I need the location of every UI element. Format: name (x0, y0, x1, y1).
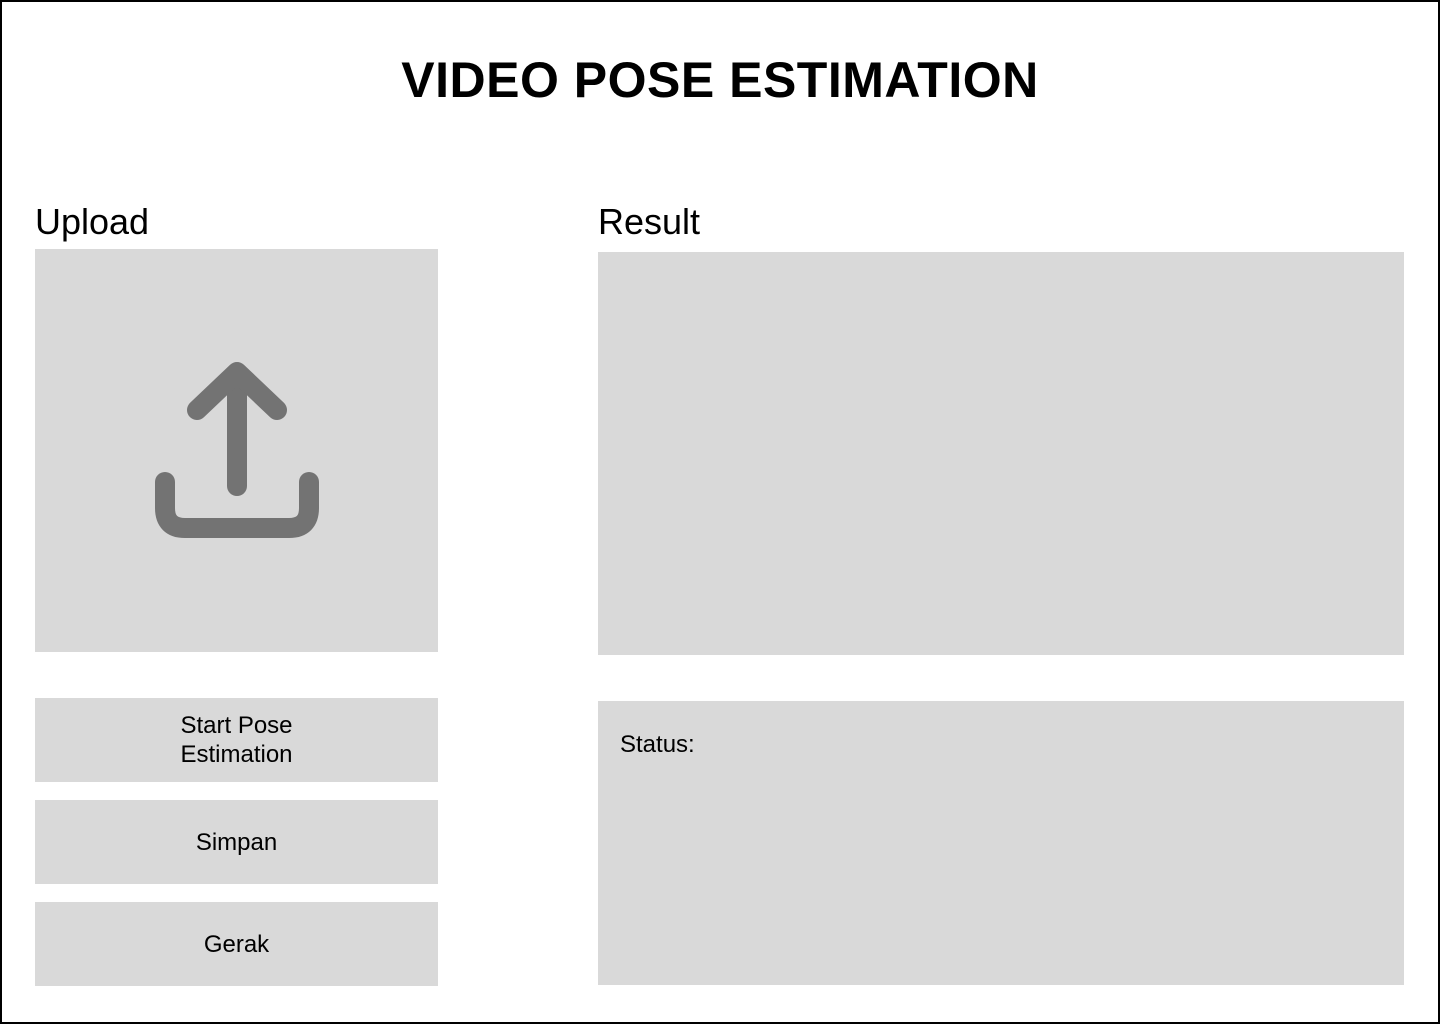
result-section-label: Result (598, 201, 701, 242)
save-label: Simpan (195, 828, 278, 856)
start-pose-estimation-button[interactable]: Start Pose Estimation (35, 698, 438, 782)
start-pose-estimation-label: Start Pose Estimation (180, 712, 293, 768)
result-video-panel (598, 252, 1404, 655)
save-button[interactable]: Simpan (35, 800, 438, 884)
status-label: Status: (620, 731, 695, 758)
page-title: VIDEO POSE ESTIMATION (401, 52, 1039, 108)
move-label: Gerak (203, 930, 270, 958)
move-button[interactable]: Gerak (35, 902, 438, 986)
status-panel: Status: (598, 701, 1404, 985)
upload-section-label: Upload (35, 201, 150, 242)
upload-icon[interactable] (151, 360, 323, 542)
